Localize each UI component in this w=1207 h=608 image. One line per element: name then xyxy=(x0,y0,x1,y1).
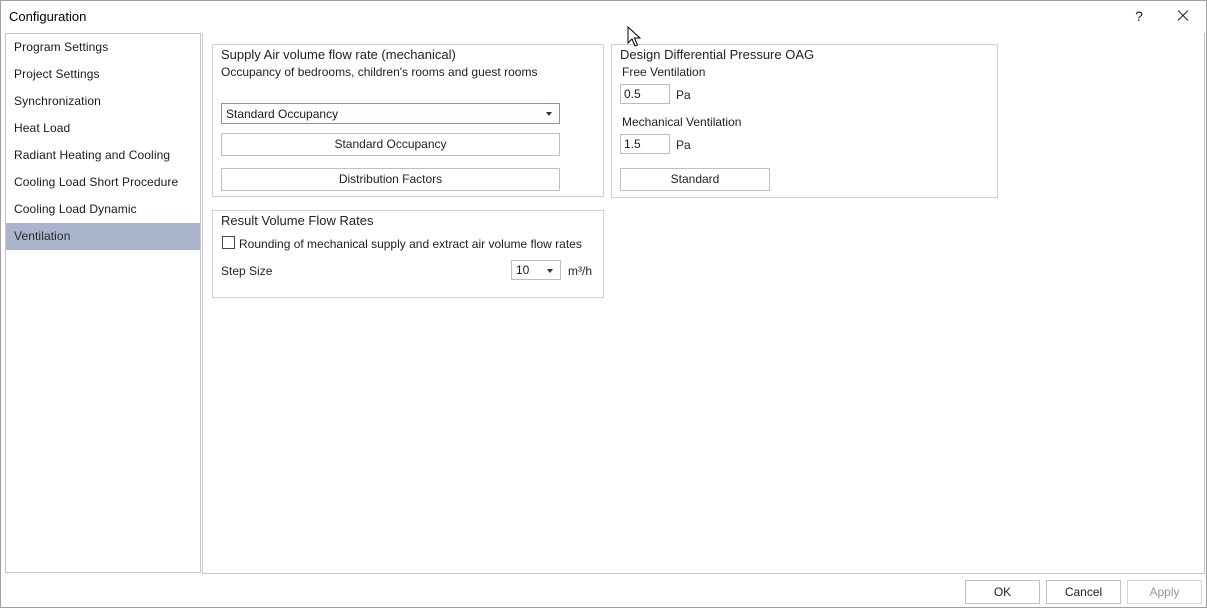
sidebar-item-cooling-load-dynamic[interactable]: Cooling Load Dynamic xyxy=(6,196,200,223)
supply-air-title: Supply Air volume flow rate (mechanical) xyxy=(221,47,456,62)
free-ventilation-unit: Pa xyxy=(676,88,691,102)
free-ventilation-label: Free Ventilation xyxy=(622,65,706,79)
step-size-value: 10 xyxy=(516,263,530,277)
rounding-checkbox[interactable] xyxy=(222,236,235,249)
sidebar-item-project-settings[interactable]: Project Settings xyxy=(6,61,200,88)
sidebar-item-heat-load[interactable]: Heat Load xyxy=(6,115,200,142)
distribution-factors-button[interactable]: Distribution Factors xyxy=(221,168,560,191)
window-title: Configuration xyxy=(9,9,87,24)
configuration-dialog: Configuration ? Program Settings Project… xyxy=(0,0,1207,608)
step-size-unit: m³/h xyxy=(568,264,592,278)
occupancy-description: Occupancy of bedrooms, children's rooms … xyxy=(221,65,538,79)
cancel-button[interactable]: Cancel xyxy=(1046,580,1121,604)
mechanical-ventilation-unit: Pa xyxy=(676,138,691,152)
mechanical-ventilation-value: 1.5 xyxy=(624,137,641,151)
sidebar-item-cooling-load-short[interactable]: Cooling Load Short Procedure xyxy=(6,169,200,196)
help-button[interactable]: ? xyxy=(1129,5,1149,27)
step-size-dropdown[interactable]: 10 xyxy=(511,260,561,280)
ok-button[interactable]: OK xyxy=(965,580,1040,604)
standard-occupancy-button[interactable]: Standard Occupancy xyxy=(221,133,560,156)
occupancy-dropdown-value: Standard Occupancy xyxy=(226,107,339,121)
free-ventilation-input[interactable]: 0.5 xyxy=(620,84,670,104)
chevron-down-icon xyxy=(547,269,553,273)
sidebar-item-synchronization[interactable]: Synchronization xyxy=(6,88,200,115)
sidebar-item-radiant-heating-cooling[interactable]: Radiant Heating and Cooling xyxy=(6,142,200,169)
close-icon[interactable] xyxy=(1171,5,1195,27)
mechanical-ventilation-input[interactable]: 1.5 xyxy=(620,134,670,154)
sidebar-item-program-settings[interactable]: Program Settings xyxy=(6,34,200,61)
rounding-label[interactable]: Rounding of mechanical supply and extrac… xyxy=(239,237,582,251)
sidebar-nav: Program Settings Project Settings Synchr… xyxy=(5,33,201,573)
free-ventilation-value: 0.5 xyxy=(624,87,641,101)
step-size-label: Step Size xyxy=(221,264,273,278)
occupancy-dropdown[interactable]: Standard Occupancy xyxy=(221,103,560,124)
pressure-standard-button[interactable]: Standard xyxy=(620,168,770,191)
sidebar-item-ventilation[interactable]: Ventilation xyxy=(6,223,200,250)
apply-button[interactable]: Apply xyxy=(1127,580,1202,604)
chevron-down-icon xyxy=(546,112,552,116)
mechanical-ventilation-label: Mechanical Ventilation xyxy=(622,115,742,129)
result-title: Result Volume Flow Rates xyxy=(221,213,374,228)
pressure-title: Design Differential Pressure OAG xyxy=(620,47,815,62)
title-bar: Configuration ? xyxy=(1,1,1206,32)
mouse-cursor-icon xyxy=(627,26,641,47)
